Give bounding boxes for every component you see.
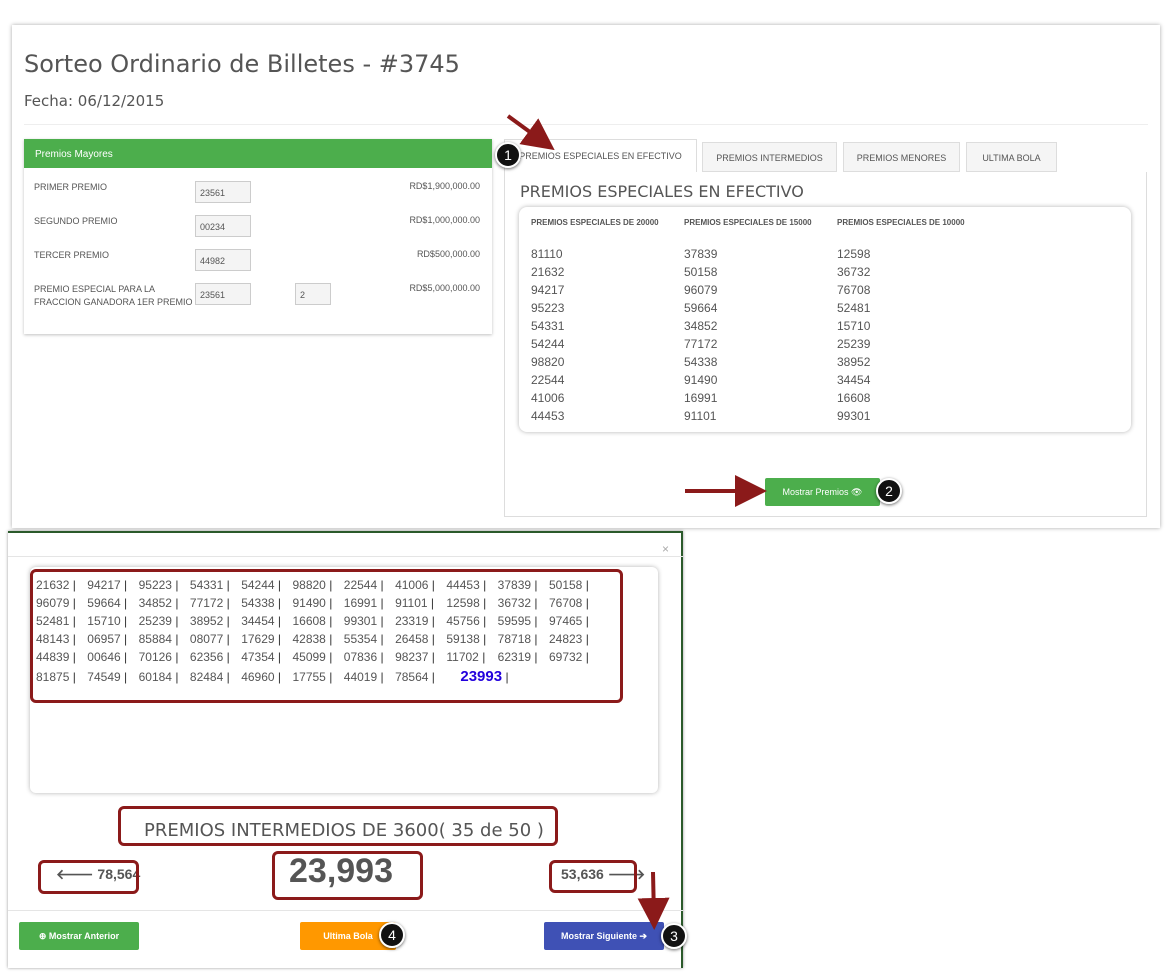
page-title: Sorteo Ordinario de Billetes - #3745 <box>24 50 460 78</box>
premio-number-field[interactable]: 00234 <box>195 215 251 237</box>
list-item: 52481 <box>837 301 871 315</box>
premio-amount: RD$5,000,000.00 <box>409 283 480 293</box>
list-item: 59664 <box>684 301 718 315</box>
list-item: 44453 <box>531 409 565 423</box>
list-item: 34852 <box>684 319 718 333</box>
mostrar-siguiente-button[interactable]: Mostrar Siguiente ➔ <box>544 922 664 950</box>
list-item: 15710 <box>837 319 871 333</box>
tab-premios-intermedios[interactable]: PREMIOS INTERMEDIOS <box>702 142 837 172</box>
especiales-column-15000: PREMIOS ESPECIALES DE 15000 37839 50158 … <box>684 215 824 425</box>
list-item: 91101 <box>684 409 717 423</box>
divider <box>8 556 683 557</box>
list-item: 76708 <box>837 283 871 297</box>
list-item: 22544 <box>531 373 565 387</box>
premio-row-tercer: TERCER PREMIO 44982 RD$500,000.00 <box>34 249 480 279</box>
tab-ultima-bola[interactable]: ULTIMA BOLA <box>966 142 1057 172</box>
list-item: 94217 <box>531 283 565 297</box>
next-highlight-frame <box>549 860 637 893</box>
premio-label: SEGUNDO PREMIO <box>34 216 118 226</box>
divider <box>24 124 1148 125</box>
fraccion-field[interactable]: 2 <box>295 283 331 305</box>
premios-mayores-panel: Premios Mayores PRIMER PREMIO 23561 RD$1… <box>24 139 492 334</box>
mostrar-anterior-button[interactable]: ⊕ Mostrar Anterior <box>19 922 139 950</box>
list-item: 99301 <box>837 409 871 423</box>
current-highlight-frame <box>272 851 423 900</box>
list-item: 81110 <box>531 247 563 261</box>
step-marker-1: 1 <box>495 142 521 168</box>
premio-row-especial: PREMIO ESPECIAL PARA LA FRACCION GANADOR… <box>34 283 480 315</box>
column-header: PREMIOS ESPECIALES DE 15000 <box>684 218 812 227</box>
premio-number-field[interactable]: 23561 <box>195 181 251 203</box>
list-item: 54244 <box>531 337 565 351</box>
especiales-column-10000: PREMIOS ESPECIALES DE 10000 12598 36732 … <box>837 215 977 425</box>
list-item: 50158 <box>684 265 718 279</box>
title-highlight-frame <box>118 806 558 846</box>
list-item: 16991 <box>684 391 718 405</box>
list-item: 25239 <box>837 337 871 351</box>
list-item: 12598 <box>837 247 871 261</box>
divider <box>8 910 683 911</box>
premio-amount: RD$500,000.00 <box>416 249 480 259</box>
list-item: 98820 <box>531 355 565 369</box>
list-item: 36732 <box>837 265 871 279</box>
premios-mayores-heading: Premios Mayores <box>24 139 492 168</box>
step-marker-3: 3 <box>661 923 687 949</box>
list-item: 91490 <box>684 373 718 387</box>
list-item: 34454 <box>837 373 871 387</box>
premio-label: PREMIO ESPECIAL PARA LA FRACCION GANADOR… <box>34 284 193 307</box>
list-item: 77172 <box>684 337 718 351</box>
especiales-column-20000: PREMIOS ESPECIALES DE 20000 81110 21632 … <box>531 215 671 425</box>
premio-number-field[interactable]: 44982 <box>195 249 251 271</box>
premio-number-field[interactable]: 23561 <box>195 283 251 305</box>
page-date: Fecha: 06/12/2015 <box>24 92 165 110</box>
previous-highlight-frame <box>38 860 139 894</box>
column-header: PREMIOS ESPECIALES DE 20000 <box>531 218 659 227</box>
mostrar-premios-button[interactable]: Mostrar Premios 👁 <box>765 478 880 506</box>
numbers-highlight-frame <box>30 569 623 703</box>
premio-label: PRIMER PREMIO <box>34 182 108 192</box>
list-item: 16608 <box>837 391 871 405</box>
list-item: 96079 <box>684 283 718 297</box>
list-item: 54338 <box>684 355 718 369</box>
list-item: 41006 <box>531 391 565 405</box>
list-item: 21632 <box>531 265 565 279</box>
step-marker-4: 4 <box>379 922 405 948</box>
list-item: 54331 <box>531 319 565 333</box>
column-header: PREMIOS ESPECIALES DE 10000 <box>837 218 965 227</box>
list-item: 95223 <box>531 301 565 315</box>
premio-row-segundo: SEGUNDO PREMIO 00234 RD$1,000,000.00 <box>34 215 480 245</box>
close-icon[interactable]: × <box>662 542 669 556</box>
premio-amount: RD$1,900,000.00 <box>409 181 480 191</box>
especiales-heading: PREMIOS ESPECIALES EN EFECTIVO <box>520 182 804 201</box>
tab-premios-especiales[interactable]: PREMIOS ESPECIALES EN EFECTIVO <box>504 139 697 172</box>
premio-row-primer: PRIMER PREMIO 23561 RD$1,900,000.00 <box>34 181 480 211</box>
list-item: 38952 <box>837 355 871 369</box>
premio-label: TERCER PREMIO <box>34 250 110 260</box>
step-marker-2: 2 <box>876 478 902 504</box>
list-item: 37839 <box>684 247 718 261</box>
premio-amount: RD$1,000,000.00 <box>409 215 480 225</box>
tab-premios-menores[interactable]: PREMIOS MENORES <box>843 142 960 172</box>
